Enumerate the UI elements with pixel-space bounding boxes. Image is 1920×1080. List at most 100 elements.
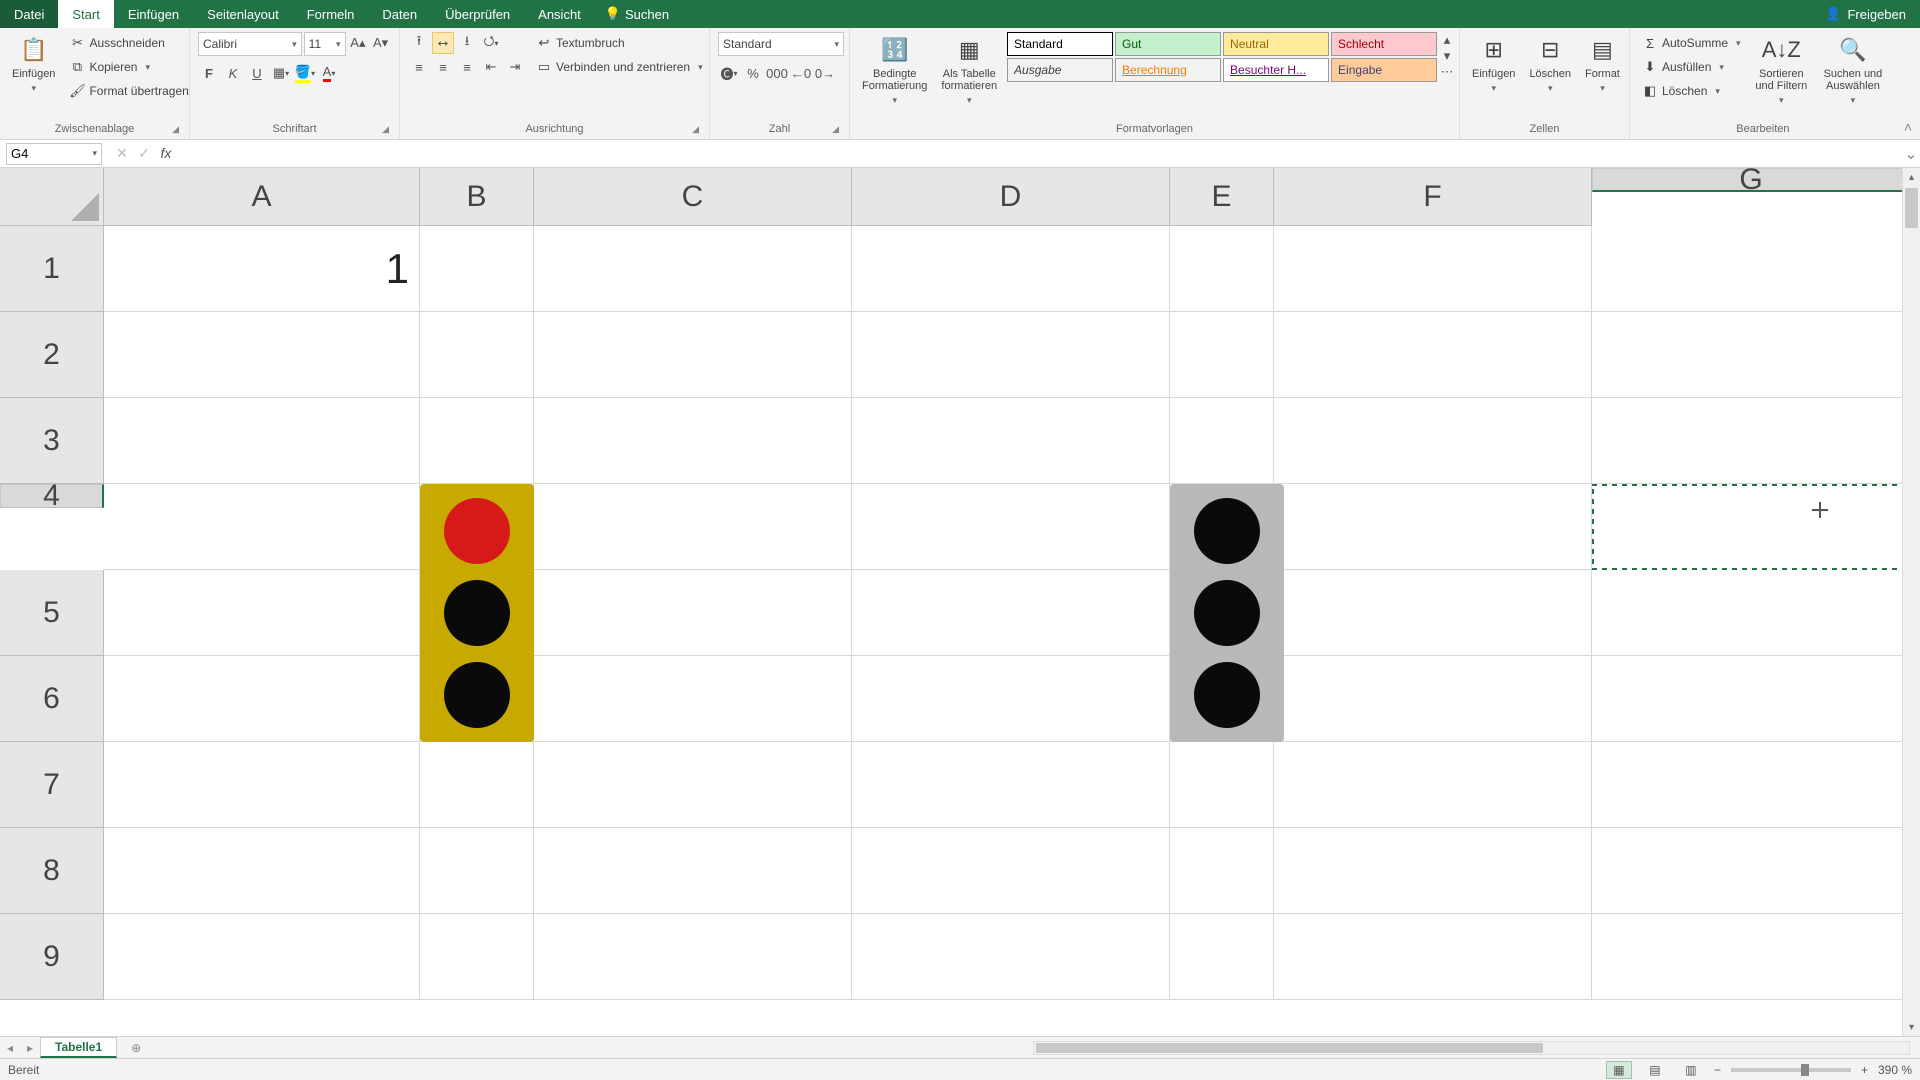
align-left-button[interactable]: ≡ <box>408 56 430 78</box>
page-layout-view-button[interactable]: ▤ <box>1642 1061 1668 1079</box>
cell-B9[interactable] <box>420 914 534 1000</box>
row-header-4[interactable]: 4 <box>0 484 104 508</box>
cell-style-1[interactable]: Gut <box>1115 32 1221 56</box>
cell-B2[interactable] <box>420 312 534 398</box>
horizontal-scrollbar[interactable] <box>1033 1041 1910 1055</box>
cell-A2[interactable] <box>104 312 420 398</box>
border-button[interactable]: ▦▾ <box>270 62 292 84</box>
cell-style-5[interactable]: Berechnung <box>1115 58 1221 82</box>
row-header-6[interactable]: 6 <box>0 656 104 742</box>
cell-E8[interactable] <box>1170 828 1274 914</box>
thousands-format-button[interactable]: 000 <box>766 62 788 84</box>
cell-B3[interactable] <box>420 398 534 484</box>
align-top-button[interactable]: ⭱ <box>408 32 430 54</box>
cell-D2[interactable] <box>852 312 1170 398</box>
cell-C4[interactable] <box>534 484 852 570</box>
cell-D3[interactable] <box>852 398 1170 484</box>
fill-button[interactable]: ⬇Ausfüllen▾ <box>1638 56 1745 78</box>
cell-D1[interactable] <box>852 226 1170 312</box>
cell-style-6[interactable]: Besuchter H... <box>1223 58 1329 82</box>
cell-G6[interactable] <box>1592 656 1910 742</box>
number-format-select[interactable]: Standard▾ <box>718 32 844 56</box>
cancel-formula-icon[interactable]: ✕ <box>112 145 132 162</box>
add-sheet-button[interactable]: ⊕ <box>125 1037 147 1059</box>
percent-format-button[interactable]: % <box>742 62 764 84</box>
cell-A5[interactable] <box>104 570 420 656</box>
file-tab[interactable]: Datei <box>0 0 58 28</box>
clear-button[interactable]: ◧Löschen▾ <box>1638 80 1745 102</box>
zoom-in-button[interactable]: + <box>1861 1063 1868 1077</box>
cell-D9[interactable] <box>852 914 1170 1000</box>
cell-G9[interactable] <box>1592 914 1910 1000</box>
underline-button[interactable]: U <box>246 62 268 84</box>
cell-C3[interactable] <box>534 398 852 484</box>
cell-D4[interactable] <box>852 484 1170 570</box>
cell-A4[interactable] <box>104 484 420 570</box>
cell-E1[interactable] <box>1170 226 1274 312</box>
bold-button[interactable]: F <box>198 62 220 84</box>
row-header-2[interactable]: 2 <box>0 312 104 398</box>
align-middle-button[interactable]: ⭤ <box>432 32 454 54</box>
sort-filter-button[interactable]: A↓ZSortieren und Filtern▾ <box>1751 32 1813 108</box>
clipboard-launcher[interactable]: ◢ <box>172 124 179 135</box>
zoom-level[interactable]: 390 % <box>1878 1063 1912 1077</box>
orientation-button[interactable]: ⭯▾ <box>480 32 502 54</box>
column-header-B[interactable]: B <box>420 168 534 226</box>
cell-F8[interactable] <box>1274 828 1592 914</box>
cell-A8[interactable] <box>104 828 420 914</box>
cell-D5[interactable] <box>852 570 1170 656</box>
collapse-ribbon-button[interactable]: ˄ <box>1896 115 1920 139</box>
decrease-indent-button[interactable]: ⇤ <box>480 56 502 78</box>
wrap-text-button[interactable]: ↩Textumbruch <box>532 32 707 54</box>
alignment-launcher[interactable]: ◢ <box>692 124 699 135</box>
cell-D8[interactable] <box>852 828 1170 914</box>
tab-formeln[interactable]: Formeln <box>293 0 369 28</box>
increase-font-button[interactable]: A▴ <box>348 32 369 54</box>
cell-F1[interactable] <box>1274 226 1592 312</box>
vertical-scrollbar[interactable]: ▴ ▾ <box>1902 168 1920 1036</box>
column-header-E[interactable]: E <box>1170 168 1274 226</box>
cell-E5[interactable] <box>1170 570 1274 656</box>
tab-start[interactable]: Start <box>58 0 113 28</box>
cell-G7[interactable] <box>1592 742 1910 828</box>
fx-icon[interactable]: fx <box>156 145 176 162</box>
conditional-formatting-button[interactable]: 🔢 Bedingte Formatierung▾ <box>858 32 931 108</box>
cell-B5[interactable] <box>420 570 534 656</box>
find-select-button[interactable]: 🔍Suchen und Auswählen▾ <box>1818 32 1888 108</box>
column-header-G[interactable]: G <box>1592 168 1910 192</box>
column-header-C[interactable]: C <box>534 168 852 226</box>
delete-cells-button[interactable]: ⊟Löschen▾ <box>1525 32 1575 96</box>
italic-button[interactable]: K <box>222 62 244 84</box>
scroll-down-button[interactable]: ▾ <box>1903 1018 1920 1036</box>
scroll-up-button[interactable]: ▴ <box>1903 168 1920 186</box>
styles-scroll-up[interactable]: ▴ <box>1439 32 1455 48</box>
horizontal-scroll-thumb[interactable] <box>1036 1043 1544 1053</box>
cell-G4[interactable] <box>1592 484 1910 570</box>
column-header-A[interactable]: A <box>104 168 420 226</box>
cell-A9[interactable] <box>104 914 420 1000</box>
tab-seitenlayout[interactable]: Seitenlayout <box>193 0 293 28</box>
formula-input[interactable] <box>176 146 1902 161</box>
cell-F6[interactable] <box>1274 656 1592 742</box>
paste-button[interactable]: 📋 Einfügen ▾ <box>8 32 59 96</box>
cell-A6[interactable] <box>104 656 420 742</box>
align-right-button[interactable]: ≡ <box>456 56 478 78</box>
expand-formula-bar[interactable]: ⌄ <box>1902 144 1920 164</box>
align-bottom-button[interactable]: ⭳ <box>456 32 478 54</box>
sheet-tab-active[interactable]: Tabelle1 <box>40 1037 117 1058</box>
cell-C8[interactable] <box>534 828 852 914</box>
cell-F3[interactable] <box>1274 398 1592 484</box>
cell-A1[interactable]: 1 <box>104 226 420 312</box>
cell-B8[interactable] <box>420 828 534 914</box>
row-header-9[interactable]: 9 <box>0 914 104 1000</box>
cell-G1[interactable] <box>1592 226 1910 312</box>
row-header-5[interactable]: 5 <box>0 570 104 656</box>
row-header-8[interactable]: 8 <box>0 828 104 914</box>
cell-F4[interactable] <box>1274 484 1592 570</box>
decrease-decimal-button[interactable]: 0→ <box>814 62 836 84</box>
format-as-table-button[interactable]: ▦ Als Tabelle formatieren▾ <box>937 32 1001 108</box>
increase-decimal-button[interactable]: ←0 <box>790 62 812 84</box>
accounting-format-button[interactable]: 🅒▾ <box>718 62 740 84</box>
row-header-7[interactable]: 7 <box>0 742 104 828</box>
copy-button[interactable]: ⧉Kopieren▾ <box>65 56 192 78</box>
